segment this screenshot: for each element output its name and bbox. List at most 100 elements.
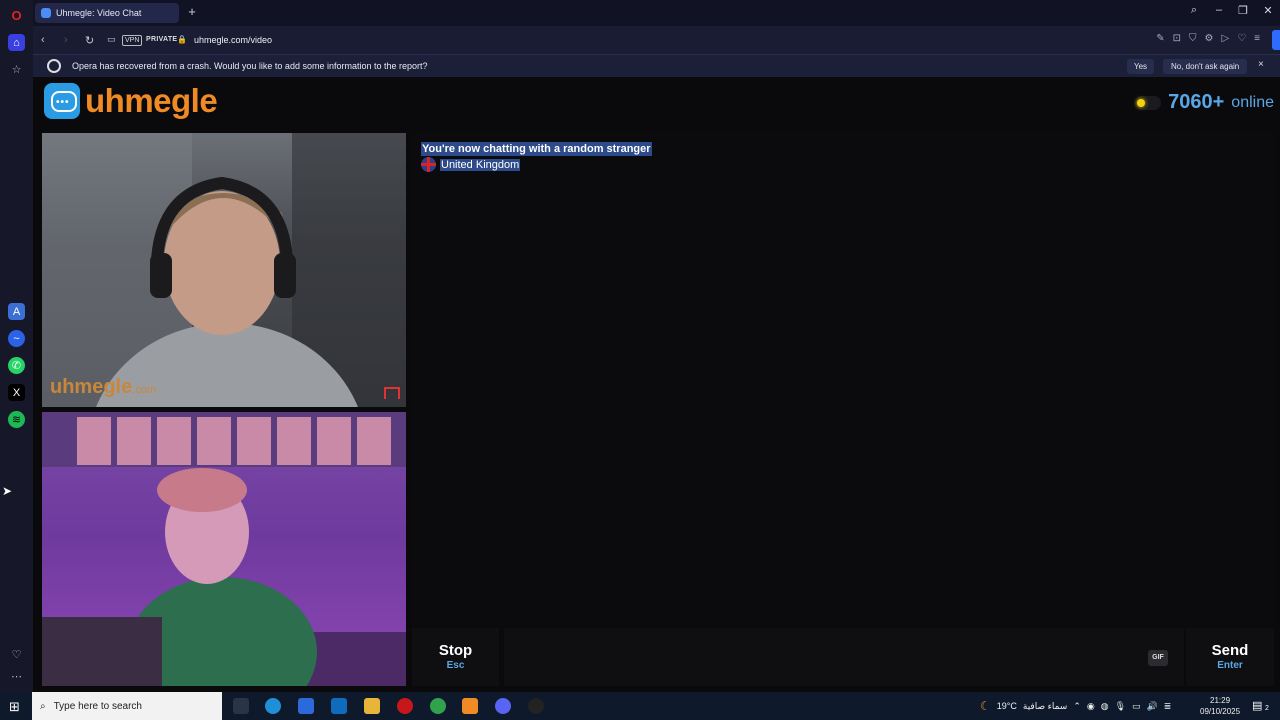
heart-icon[interactable]: ♡ bbox=[8, 646, 25, 663]
opera-logo-icon[interactable]: O bbox=[8, 7, 25, 24]
opera-taskbar-icon[interactable] bbox=[397, 698, 413, 714]
address-bar: ‹ › ↻ ▭ VPN PRIVATE 🔒 uhmegle.com/video … bbox=[33, 26, 1280, 54]
discord-tray-icon[interactable]: ◍ bbox=[1101, 701, 1109, 712]
discord-icon[interactable] bbox=[495, 698, 511, 714]
self-video bbox=[42, 412, 406, 686]
message-input[interactable] bbox=[504, 628, 1184, 686]
extensions-icon[interactable]: ⚙ bbox=[1205, 33, 1214, 44]
vpn-badge[interactable]: VPN bbox=[122, 35, 143, 46]
play-icon[interactable]: ▷ bbox=[1221, 33, 1229, 44]
online-label: online bbox=[1231, 93, 1274, 111]
aria-icon[interactable]: A bbox=[8, 303, 25, 320]
task-view-icon[interactable] bbox=[233, 698, 249, 714]
menu-icon[interactable]: ≡ bbox=[1254, 33, 1260, 44]
uhmegle-favicon-icon bbox=[41, 8, 51, 18]
notifications-icon[interactable]: ▤ bbox=[1252, 699, 1262, 712]
forward-icon[interactable]: › bbox=[64, 34, 68, 46]
volume-icon[interactable]: 🔊 bbox=[1147, 701, 1158, 712]
address-bar-tools: ✎ ⊡ ⛉ ⚙ ▷ ♡ ≡ bbox=[1156, 33, 1260, 44]
stop-label: Stop bbox=[438, 642, 473, 660]
search-tabs-icon[interactable]: ⌕ bbox=[1186, 4, 1202, 17]
lock-icon[interactable]: 🔒 bbox=[177, 35, 187, 44]
file-explorer-icon[interactable] bbox=[364, 698, 380, 714]
search-placeholder: Type here to search bbox=[53, 700, 142, 712]
chat-controls: Stop Esc GIF Send Enter bbox=[412, 628, 1274, 686]
obs-icon[interactable] bbox=[528, 698, 544, 714]
restore-icon[interactable]: ❐ bbox=[1235, 4, 1251, 17]
orange-app-icon[interactable] bbox=[462, 698, 478, 714]
clock-date: 09/10/2025 bbox=[1200, 707, 1241, 716]
star-icon[interactable]: ☆ bbox=[8, 61, 25, 78]
system-tray: ☾ 19°C سماء صافية ⌃ ◉ ◍ 🎙 ▭ 🔊 ≣ bbox=[980, 692, 1171, 720]
tab-uhmegle[interactable]: Uhmegle: Video Chat bbox=[35, 3, 179, 23]
crash-infobar: Opera has recovered from a crash. Would … bbox=[33, 54, 1280, 77]
new-tab-button[interactable]: + bbox=[185, 5, 199, 19]
chat-bubble-icon: ••• bbox=[44, 83, 80, 119]
messenger-icon[interactable]: ~ bbox=[8, 330, 25, 347]
windows-taskbar: ⊞ ⌕ Type here to search ☾ 19°C سماء صافي… bbox=[0, 692, 1280, 720]
windows-start-icon[interactable]: ⊞ bbox=[9, 699, 20, 715]
shield-icon[interactable]: ⛉ bbox=[1189, 33, 1197, 44]
sidebar-toggle[interactable] bbox=[1272, 30, 1280, 50]
language-icon[interactable]: ≣ bbox=[1164, 701, 1172, 712]
spotify-icon[interactable]: ≋ bbox=[8, 411, 25, 428]
more-icon[interactable]: ⋯ bbox=[8, 668, 25, 685]
yes-button[interactable]: Yes bbox=[1127, 59, 1155, 74]
tab-title: Uhmegle: Video Chat bbox=[56, 8, 142, 18]
snapshot-icon[interactable]: ▭ bbox=[107, 34, 116, 45]
dont-ask-again-button[interactable]: No, don't ask again bbox=[1163, 59, 1248, 74]
close-infobar-icon[interactable]: × bbox=[1258, 59, 1264, 70]
private-badge: PRIVATE bbox=[146, 36, 178, 43]
stop-hint: Esc bbox=[446, 659, 465, 671]
online-count: 7060+ bbox=[1168, 91, 1225, 113]
tab-strip: Uhmegle: Video Chat + ⌕ – ❐ ✕ bbox=[33, 0, 1280, 26]
search-icon: ⌕ bbox=[40, 700, 46, 712]
back-icon[interactable]: ‹ bbox=[41, 34, 45, 46]
send-hint: Enter bbox=[1217, 659, 1243, 671]
theme-toggle[interactable] bbox=[1135, 95, 1162, 110]
close-window-icon[interactable]: ✕ bbox=[1260, 4, 1276, 17]
home-icon[interactable]: ⌂ bbox=[8, 34, 25, 51]
edge-icon[interactable] bbox=[265, 698, 281, 714]
chevron-up-icon[interactable]: ⌃ bbox=[1073, 701, 1081, 712]
country-name: United Kingdom bbox=[440, 158, 521, 171]
mouse-cursor-icon: ➤ bbox=[2, 484, 13, 498]
opera-info-icon bbox=[47, 59, 61, 73]
network-icon[interactable]: ▭ bbox=[1132, 701, 1141, 712]
x-icon[interactable]: X bbox=[8, 384, 25, 401]
site-logo[interactable]: ••• uhmegle bbox=[44, 82, 218, 120]
logo-text: uhmegle bbox=[85, 82, 218, 119]
reload-icon[interactable]: ↻ bbox=[85, 34, 94, 47]
stranger-video: uhmegle.com bbox=[42, 133, 406, 407]
clock-time: 21:29 bbox=[1210, 696, 1231, 705]
report-flag-icon[interactable] bbox=[384, 387, 400, 399]
infobar-message: Opera has recovered from a crash. Would … bbox=[72, 61, 428, 71]
edit-icon[interactable]: ✎ bbox=[1156, 33, 1164, 44]
microphone-icon[interactable]: 🎙 bbox=[1115, 701, 1126, 712]
taskbar-search[interactable]: ⌕ Type here to search bbox=[32, 692, 222, 720]
minimize-icon[interactable]: – bbox=[1211, 4, 1227, 16]
camera-icon[interactable]: ⊡ bbox=[1173, 33, 1181, 44]
screen: O ⌂ ☆ A ~ ✆ X ≋ ♡ ⋯ Uhmegle: Video Chat … bbox=[0, 0, 1280, 720]
store-icon[interactable] bbox=[298, 698, 314, 714]
stop-button[interactable]: Stop Esc bbox=[412, 628, 499, 686]
taskbar-clock[interactable]: 21:29 09/10/2025 bbox=[1200, 695, 1240, 717]
whatsapp-icon[interactable]: ✆ bbox=[8, 357, 25, 374]
system-message: You're now chatting with a random strang… bbox=[421, 142, 652, 156]
heart-outline-icon[interactable]: ♡ bbox=[1237, 33, 1246, 44]
weather-icon[interactable]: ☾ bbox=[980, 699, 991, 713]
url-field[interactable]: uhmegle.com/video bbox=[194, 35, 272, 45]
video-watermark: uhmegle.com bbox=[50, 376, 157, 398]
green-app-icon[interactable] bbox=[430, 698, 446, 714]
chat-log: You're now chatting with a random strang… bbox=[412, 133, 1274, 626]
uhmegle-page: ••• uhmegle 7060+ online uhmegle.com You… bbox=[33, 77, 1280, 692]
self-video-frame bbox=[42, 412, 406, 686]
weather-temp: 19°C bbox=[996, 701, 1017, 711]
send-button[interactable]: Send Enter bbox=[1186, 628, 1274, 686]
tray-app-icon[interactable]: ◉ bbox=[1087, 701, 1095, 712]
gif-button[interactable]: GIF bbox=[1148, 650, 1168, 666]
online-indicator: 7060+ online bbox=[1135, 91, 1274, 114]
notification-count: 2 bbox=[1265, 705, 1269, 712]
outlook-icon[interactable] bbox=[331, 698, 347, 714]
stranger-video-frame bbox=[42, 133, 406, 407]
